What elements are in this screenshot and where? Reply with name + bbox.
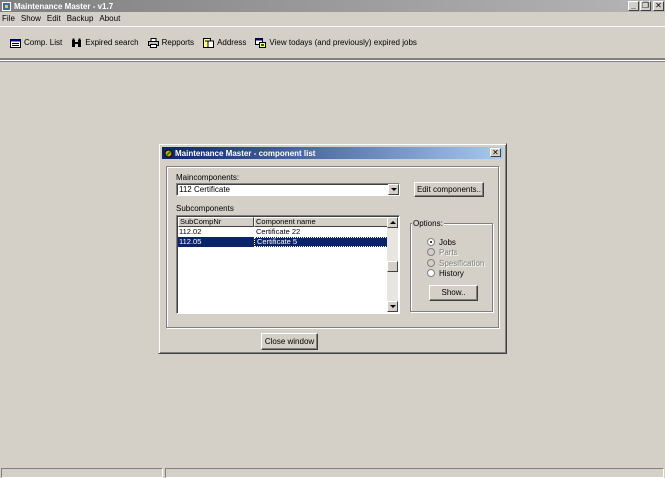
radio-parts: Parts: [427, 247, 458, 257]
column-subcompnr[interactable]: SubCompNr: [178, 217, 254, 227]
window-controls: _ ❐ ✕: [627, 1, 664, 11]
menu-edit[interactable]: Edit: [47, 14, 61, 23]
row-component-name: Certificate 22: [256, 227, 301, 236]
view-expired-jobs-button[interactable]: View todays (and previously) expired job…: [255, 37, 417, 48]
menu-backup[interactable]: Backup: [67, 14, 94, 23]
show-button[interactable]: Show..: [429, 285, 478, 301]
comp-list-label: Comp. List: [24, 38, 63, 47]
status-pane-2: [165, 468, 664, 478]
chevron-down-icon: [390, 305, 396, 308]
scroll-up-button[interactable]: [387, 217, 398, 228]
dialog-icon: [164, 149, 173, 158]
radio-history[interactable]: History: [427, 268, 464, 278]
maincomponent-select[interactable]: 112 Certificate: [176, 183, 400, 196]
radio-history-control[interactable]: [427, 269, 435, 277]
table-row-selected[interactable]: 112.05 Certificate 5: [178, 237, 390, 247]
options-legend: Options:: [412, 219, 444, 228]
app-titlebar: Maintenance Master - v1.7 _ ❐ ✕: [0, 0, 665, 12]
address-icon: [203, 37, 215, 48]
restore-button[interactable]: ❐: [640, 1, 651, 11]
address-label: Address: [217, 38, 247, 47]
table-row[interactable]: 112.02 Certificate 22: [178, 227, 390, 237]
dialog-title: Maintenance Master - component list: [175, 148, 316, 158]
radio-jobs[interactable]: Jobs: [427, 237, 456, 247]
menubar: File Show Edit Backup About: [0, 12, 665, 25]
app-title: Maintenance Master - v1.7: [14, 1, 114, 11]
radio-parts-label: Parts: [439, 247, 458, 257]
app-close-button[interactable]: ✕: [653, 1, 664, 11]
column-component-name[interactable]: Component name: [254, 217, 390, 227]
chevron-up-icon: [390, 221, 396, 224]
radio-spesification-control: [427, 259, 435, 267]
chevron-down-icon: [391, 188, 397, 191]
close-window-button[interactable]: Close window: [261, 333, 318, 350]
row-subcompnr: 112.02: [179, 227, 202, 236]
radio-parts-control: [427, 248, 435, 256]
comp-list-button[interactable]: Comp. List: [10, 38, 62, 48]
radio-spesification: Spesification: [427, 258, 484, 268]
list-header: SubCompNr Component name: [178, 217, 390, 227]
expired-search-button[interactable]: Expired search: [71, 38, 139, 48]
menu-file[interactable]: File: [2, 14, 15, 23]
menu-show[interactable]: Show: [21, 14, 41, 23]
minimize-button[interactable]: _: [628, 1, 639, 11]
scroll-thumb[interactable]: [387, 261, 398, 272]
calendar-icon: [255, 37, 267, 48]
component-list-dialog: Maintenance Master - component list ✕ Ma…: [158, 143, 507, 354]
maincomponent-value: 112 Certificate: [179, 185, 230, 194]
list-scrollbar[interactable]: [387, 217, 398, 312]
dialog-titlebar[interactable]: Maintenance Master - component list ✕: [162, 147, 503, 159]
maincomponents-label: Maincomponents:: [176, 173, 240, 182]
maincomponent-dropdown-button[interactable]: [388, 184, 399, 195]
address-button[interactable]: Address: [203, 37, 247, 48]
radio-jobs-label: Jobs: [439, 237, 456, 247]
edit-components-button[interactable]: Edit components..: [414, 182, 484, 197]
view-expired-jobs-label: View todays (and previously) expired job…: [269, 38, 417, 47]
status-pane-1: [1, 468, 163, 478]
app-icon: [2, 1, 11, 11]
repports-button[interactable]: Repports: [147, 37, 195, 48]
statusbar: [0, 466, 665, 478]
menu-about[interactable]: About: [99, 14, 120, 23]
radio-history-label: History: [439, 268, 464, 278]
subcomponents-list[interactable]: SubCompNr Component name 112.02 Certific…: [176, 215, 400, 314]
repports-label: Repports: [161, 38, 195, 47]
radio-spesification-label: Spesification: [439, 258, 485, 268]
scroll-down-button[interactable]: [387, 301, 398, 312]
row-component-name: Certificate 5: [254, 237, 390, 247]
row-subcompnr: 112.05: [179, 237, 202, 246]
dialog-close-button[interactable]: ✕: [490, 148, 501, 157]
toolbar: Comp. List Expired search Repports Addre…: [0, 26, 665, 59]
radio-jobs-control[interactable]: [427, 238, 435, 246]
expired-search-label: Expired search: [85, 38, 139, 47]
list-icon: [10, 38, 21, 48]
subcomponents-label: Subcomponents: [176, 204, 234, 213]
binoculars-icon: [71, 38, 82, 48]
printer-icon: [147, 37, 159, 48]
